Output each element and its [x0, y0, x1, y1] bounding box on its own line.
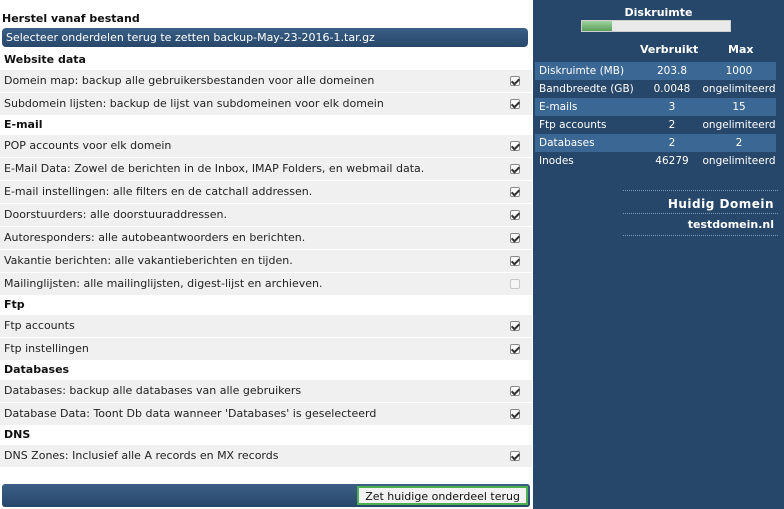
stat-used: 203.8 — [656, 65, 688, 77]
restore-item-row: Autoresponders: alle autobeantwoorders e… — [0, 226, 532, 249]
restore-item-checkbox[interactable] — [510, 279, 520, 289]
divider — [623, 190, 778, 191]
stat-max: ongelimiteerd — [702, 83, 776, 95]
stat-used: 2 — [668, 119, 676, 131]
stat-max: 2 — [735, 137, 743, 149]
disk-title: Diskruimte — [624, 6, 693, 19]
restore-item-checkbox[interactable] — [510, 76, 520, 86]
stats-row: E-mails 3 15 — [535, 98, 776, 116]
restore-item-checkbox[interactable] — [510, 344, 520, 354]
page-title: Herstel vanaf bestand — [2, 12, 140, 25]
restore-item-checkbox[interactable] — [510, 321, 520, 331]
stat-max: ongelimiteerd — [702, 155, 776, 167]
restore-subheader: Selecteer onderdelen terug te zetten bac… — [2, 28, 528, 47]
restore-item-checkbox[interactable] — [510, 256, 520, 266]
stat-label: Databases — [539, 137, 595, 149]
disk-usage-bar — [581, 20, 731, 32]
restore-item-label: Mailinglijsten: alle mailinglijsten, dig… — [4, 277, 323, 290]
stat-used: 0.0048 — [653, 83, 691, 95]
divider — [623, 213, 778, 214]
restore-item-label: Domein map: backup alle gebruikersbestan… — [4, 74, 375, 87]
restore-item-label: Database Data: Toont Db data wanneer 'Da… — [4, 407, 377, 420]
section-header: Website data — [0, 50, 532, 69]
sidebar-stats: Diskruimte Verbruikt Max Diskruimte (MB)… — [533, 0, 784, 509]
restore-item-row: E-mail instellingen: alle filters en de … — [0, 180, 532, 203]
restore-item-checkbox[interactable] — [510, 210, 520, 220]
stat-max: 15 — [732, 101, 746, 113]
stat-label: Inodes — [539, 155, 574, 167]
restore-item-label: Autoresponders: alle autobeantwoorders e… — [4, 231, 306, 244]
restore-item-label: E-mail instellingen: alle filters en de … — [4, 185, 313, 198]
restore-item-label: Subdomein lijsten: backup de lijst van s… — [4, 97, 384, 110]
stats-table: Diskruimte (MB) 203.8 1000 Bandbreedte (GB)… — [535, 62, 776, 170]
restore-panel: Herstel vanaf bestand Selecteer onderdel… — [0, 0, 532, 509]
restore-item-row: E-Mail Data: Zowel de berichten in de In… — [0, 157, 532, 180]
domain-name: testdomein.nl — [687, 218, 774, 231]
footer-bar: Zet huidige onderdeel terug — [2, 484, 530, 507]
restore-item-checkbox[interactable] — [510, 409, 520, 419]
restore-item-row: Ftp accounts — [0, 314, 532, 337]
stats-row: Bandbreedte (GB) 0.0048 ongelimiteerd — [535, 80, 776, 98]
stats-row: Diskruimte (MB) 203.8 1000 — [535, 62, 776, 80]
stat-used: 2 — [668, 137, 676, 149]
restore-item-checkbox[interactable] — [510, 233, 520, 243]
restore-item-checkbox[interactable] — [510, 187, 520, 197]
disk-usage-fill — [582, 21, 612, 31]
restore-item-label: Ftp instellingen — [4, 342, 89, 355]
restore-item-label: Doorstuurders: alle doorstuuraddressen. — [4, 208, 228, 221]
restore-item-label: POP accounts voor elk domein — [4, 139, 172, 152]
restore-item-row: POP accounts voor elk domein — [0, 134, 532, 157]
restore-item-checkbox[interactable] — [510, 164, 520, 174]
stats-row: Ftp accounts 2 ongelimiteerd — [535, 116, 776, 134]
col-max-header: Max — [728, 43, 754, 56]
stats-row: Inodes 46279 ongelimiteerd — [535, 152, 776, 170]
restore-item-label: Ftp accounts — [4, 319, 75, 332]
stat-used: 46279 — [655, 155, 689, 167]
stat-max: ongelimiteerd — [702, 119, 776, 131]
col-used-header: Verbruikt — [640, 43, 699, 56]
section-header: Databases — [0, 360, 532, 379]
restore-item-row: Doorstuurders: alle doorstuuraddressen. — [0, 203, 532, 226]
restore-item-checkbox[interactable] — [510, 451, 520, 461]
restore-item-label: Vakantie berichten: alle vakantiebericht… — [4, 254, 293, 267]
section-header: Ftp — [0, 295, 532, 314]
restore-item-label: DNS Zones: Inclusief alle A records en M… — [4, 449, 279, 462]
stat-used: 3 — [668, 101, 676, 113]
restore-item-label: Databases: backup alle databases van all… — [4, 384, 302, 397]
section-header: E-mail — [0, 115, 532, 134]
restore-item-row: Domein map: backup alle gebruikersbestan… — [0, 69, 532, 92]
restore-item-checkbox[interactable] — [510, 386, 520, 396]
stat-label: E-mails — [539, 101, 578, 113]
restore-item-row: Databases: backup alle databases van all… — [0, 379, 532, 402]
domain-title: Huidig Domein — [667, 197, 774, 211]
stat-label: Diskruimte (MB) — [539, 65, 625, 77]
section-header: DNS — [0, 425, 532, 444]
restore-item-checkbox[interactable] — [510, 99, 520, 109]
restore-item-label: E-Mail Data: Zowel de berichten in de In… — [4, 162, 425, 175]
restore-item-row: Database Data: Toont Db data wanneer 'Da… — [0, 402, 532, 425]
restore-item-row: Mailinglijsten: alle mailinglijsten, dig… — [0, 272, 532, 295]
restore-item-row: Vakantie berichten: alle vakantiebericht… — [0, 249, 532, 272]
restore-items-list: Website data Domein map: backup alle gebr… — [0, 50, 532, 467]
stats-row: Databases 2 2 — [535, 134, 776, 152]
stat-label: Ftp accounts — [539, 119, 607, 131]
restore-item-checkbox[interactable] — [510, 141, 520, 151]
restore-item-row: Subdomein lijsten: backup de lijst van s… — [0, 92, 532, 115]
divider — [623, 235, 778, 236]
restore-item-row: DNS Zones: Inclusief alle A records en M… — [0, 444, 532, 467]
restore-button[interactable]: Zet huidige onderdeel terug — [357, 486, 528, 505]
stat-max: 1000 — [725, 65, 753, 77]
stat-label: Bandbreedte (GB) — [539, 83, 634, 95]
restore-item-row: Ftp instellingen — [0, 337, 532, 360]
